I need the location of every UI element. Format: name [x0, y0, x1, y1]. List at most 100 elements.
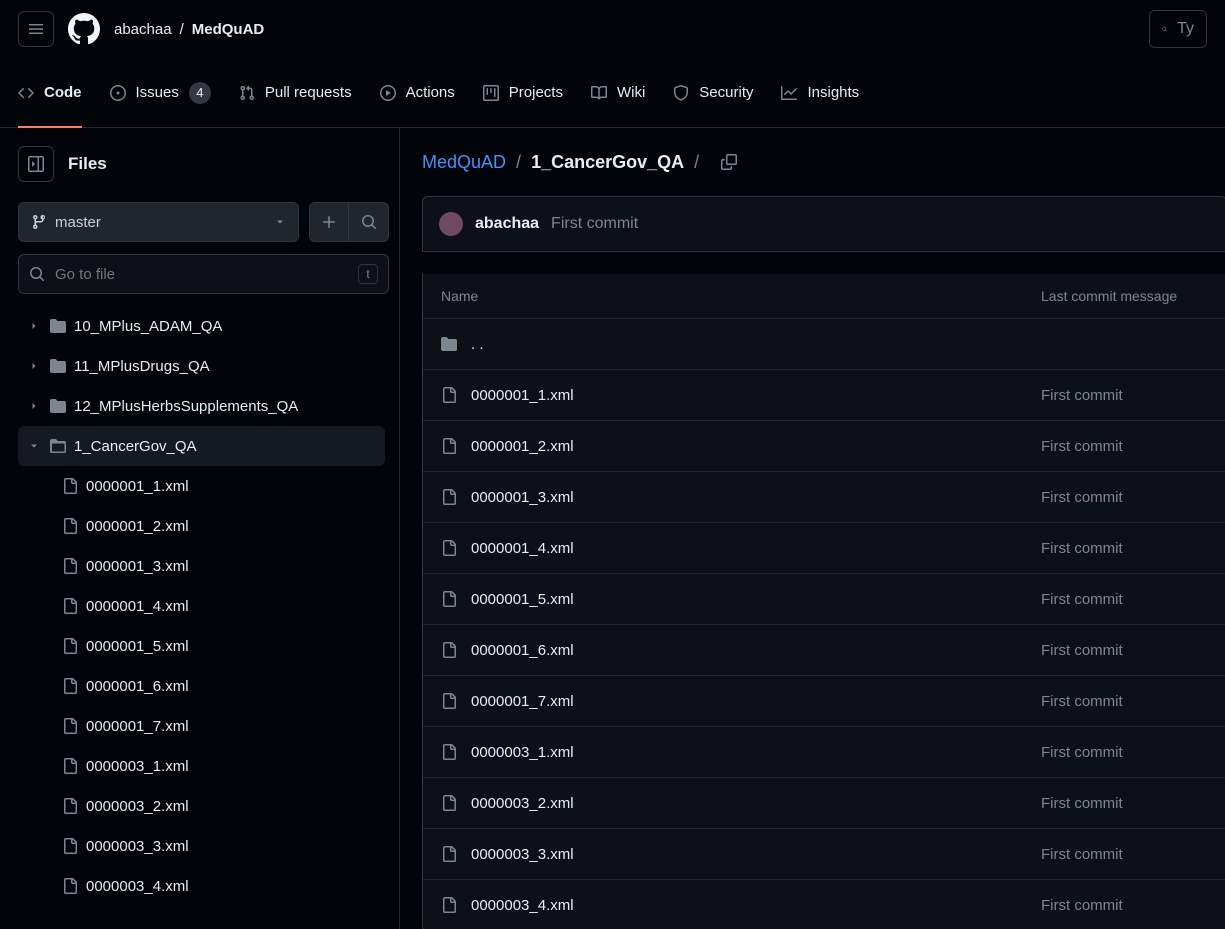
- file-tree[interactable]: 10_MPlus_ADAM_QA 11_MPlusDrugs_QA 12_MPlus…: [18, 306, 389, 929]
- tab-security[interactable]: Security: [673, 58, 753, 127]
- file-icon: [441, 897, 457, 913]
- tab-actions[interactable]: Actions: [380, 58, 455, 127]
- commit-msg-link[interactable]: First commit: [1041, 846, 1123, 863]
- search-icon: [29, 266, 45, 282]
- table-row[interactable]: 0000001_3.xml First commit: [423, 472, 1225, 523]
- tab-wiki[interactable]: Wiki: [591, 58, 645, 127]
- file-icon: [441, 846, 457, 862]
- table-row[interactable]: 0000003_2.xml First commit: [423, 778, 1225, 829]
- chevron-right-icon[interactable]: [26, 400, 42, 412]
- tab-issues[interactable]: Issues 4: [110, 58, 211, 127]
- tree-file[interactable]: 0000003_2.xml: [18, 786, 385, 826]
- table-row[interactable]: 0000001_7.xml First commit: [423, 676, 1225, 727]
- table-row[interactable]: 0000001_6.xml First commit: [423, 625, 1225, 676]
- tree-file[interactable]: 0000001_1.xml: [18, 466, 385, 506]
- commit-msg-link[interactable]: First commit: [1041, 540, 1123, 557]
- copy-path-button[interactable]: [713, 146, 745, 178]
- header-owner[interactable]: abachaa: [114, 21, 172, 38]
- chevron-down-icon: [274, 216, 286, 228]
- file-name[interactable]: 0000003_1.xml: [471, 744, 574, 761]
- table-row[interactable]: 0000003_1.xml First commit: [423, 727, 1225, 778]
- github-logo-icon[interactable]: [68, 13, 100, 45]
- wiki-icon: [591, 85, 607, 101]
- file-name[interactable]: 0000003_2.xml: [471, 795, 574, 812]
- commit-message[interactable]: First commit: [551, 215, 638, 233]
- search-tree-button[interactable]: [349, 202, 389, 242]
- tree-folder[interactable]: 1_CancerGov_QA: [18, 426, 385, 466]
- latest-commit-card[interactable]: abachaa First commit: [422, 196, 1225, 252]
- file-name[interactable]: 0000001_5.xml: [471, 591, 574, 608]
- file-icon: [62, 598, 78, 614]
- file-name[interactable]: 0000001_1.xml: [471, 387, 574, 404]
- commit-msg-link[interactable]: First commit: [1041, 693, 1123, 710]
- table-row[interactable]: 0000001_4.xml First commit: [423, 523, 1225, 574]
- breadcrumb-root[interactable]: MedQuAD: [422, 152, 506, 173]
- name-cell: . .: [441, 336, 1041, 353]
- tree-file[interactable]: 0000001_6.xml: [18, 666, 385, 706]
- tab-pull-requests[interactable]: Pull requests: [239, 58, 352, 127]
- tree-file[interactable]: 0000001_2.xml: [18, 506, 385, 546]
- commit-msg-link[interactable]: First commit: [1041, 744, 1123, 761]
- tree-file[interactable]: 0000001_4.xml: [18, 586, 385, 626]
- actions-icon: [380, 85, 396, 101]
- toggle-file-tree-button[interactable]: [18, 146, 54, 182]
- file-filter-input[interactable]: [55, 266, 348, 283]
- branch-row: master: [18, 202, 389, 242]
- tree-file[interactable]: 0000001_5.xml: [18, 626, 385, 666]
- table-row[interactable]: 0000001_5.xml First commit: [423, 574, 1225, 625]
- parent-dir-label[interactable]: . .: [471, 336, 484, 353]
- msg-cell: First commit: [1041, 846, 1208, 863]
- top-header: abachaa / MedQuAD Ty: [0, 0, 1225, 58]
- chevron-right-icon[interactable]: [26, 320, 42, 332]
- folder-icon: [50, 398, 66, 414]
- file-name[interactable]: 0000001_3.xml: [471, 489, 574, 506]
- table-row-parent[interactable]: . .: [423, 319, 1225, 370]
- hamburger-menu-button[interactable]: [18, 11, 54, 47]
- table-row[interactable]: 0000001_2.xml First commit: [423, 421, 1225, 472]
- search-placeholder: Ty: [1177, 20, 1194, 38]
- file-icon: [62, 758, 78, 774]
- tab-code[interactable]: Code: [18, 58, 82, 127]
- commit-msg-link[interactable]: First commit: [1041, 438, 1123, 455]
- chevron-right-icon[interactable]: [26, 360, 42, 372]
- file-filter[interactable]: t: [18, 254, 389, 294]
- commit-msg-link[interactable]: First commit: [1041, 897, 1123, 914]
- commit-author-avatar[interactable]: [439, 212, 463, 236]
- branch-selector[interactable]: master: [18, 202, 299, 242]
- file-name[interactable]: 0000001_4.xml: [471, 540, 574, 557]
- file-name[interactable]: 0000003_4.xml: [471, 897, 574, 914]
- commit-msg-link[interactable]: First commit: [1041, 387, 1123, 404]
- commit-msg-link[interactable]: First commit: [1041, 489, 1123, 506]
- table-row[interactable]: 0000001_1.xml First commit: [423, 370, 1225, 421]
- commit-author[interactable]: abachaa: [475, 215, 539, 233]
- table-row[interactable]: 0000003_3.xml First commit: [423, 829, 1225, 880]
- commit-msg-link[interactable]: First commit: [1041, 795, 1123, 812]
- file-icon: [62, 878, 78, 894]
- commit-msg-link[interactable]: First commit: [1041, 642, 1123, 659]
- commit-msg-link[interactable]: First commit: [1041, 591, 1123, 608]
- name-cell: 0000001_2.xml: [441, 438, 1041, 455]
- file-name[interactable]: 0000001_6.xml: [471, 642, 574, 659]
- name-cell: 0000001_1.xml: [441, 387, 1041, 404]
- tree-file[interactable]: 0000003_1.xml: [18, 746, 385, 786]
- file-icon: [441, 642, 457, 658]
- global-search[interactable]: Ty: [1149, 10, 1207, 48]
- table-row[interactable]: 0000003_4.xml First commit: [423, 880, 1225, 929]
- file-name[interactable]: 0000001_2.xml: [471, 438, 574, 455]
- tree-file[interactable]: 0000003_4.xml: [18, 866, 385, 906]
- file-name[interactable]: 0000001_7.xml: [471, 693, 574, 710]
- tab-insights[interactable]: Insights: [781, 58, 859, 127]
- add-file-button[interactable]: [309, 202, 349, 242]
- tree-file[interactable]: 0000003_3.xml: [18, 826, 385, 866]
- tree-folder-label: 11_MPlusDrugs_QA: [74, 358, 210, 375]
- file-filter-kbd: t: [358, 264, 378, 284]
- tree-folder[interactable]: 10_MPlus_ADAM_QA: [18, 306, 385, 346]
- tab-projects[interactable]: Projects: [483, 58, 563, 127]
- tree-file[interactable]: 0000001_7.xml: [18, 706, 385, 746]
- file-name[interactable]: 0000003_3.xml: [471, 846, 574, 863]
- tree-folder[interactable]: 11_MPlusDrugs_QA: [18, 346, 385, 386]
- chevron-down-icon[interactable]: [26, 440, 42, 452]
- header-repo[interactable]: MedQuAD: [192, 21, 265, 38]
- tree-file[interactable]: 0000001_3.xml: [18, 546, 385, 586]
- tree-folder[interactable]: 12_MPlusHerbsSupplements_QA: [18, 386, 385, 426]
